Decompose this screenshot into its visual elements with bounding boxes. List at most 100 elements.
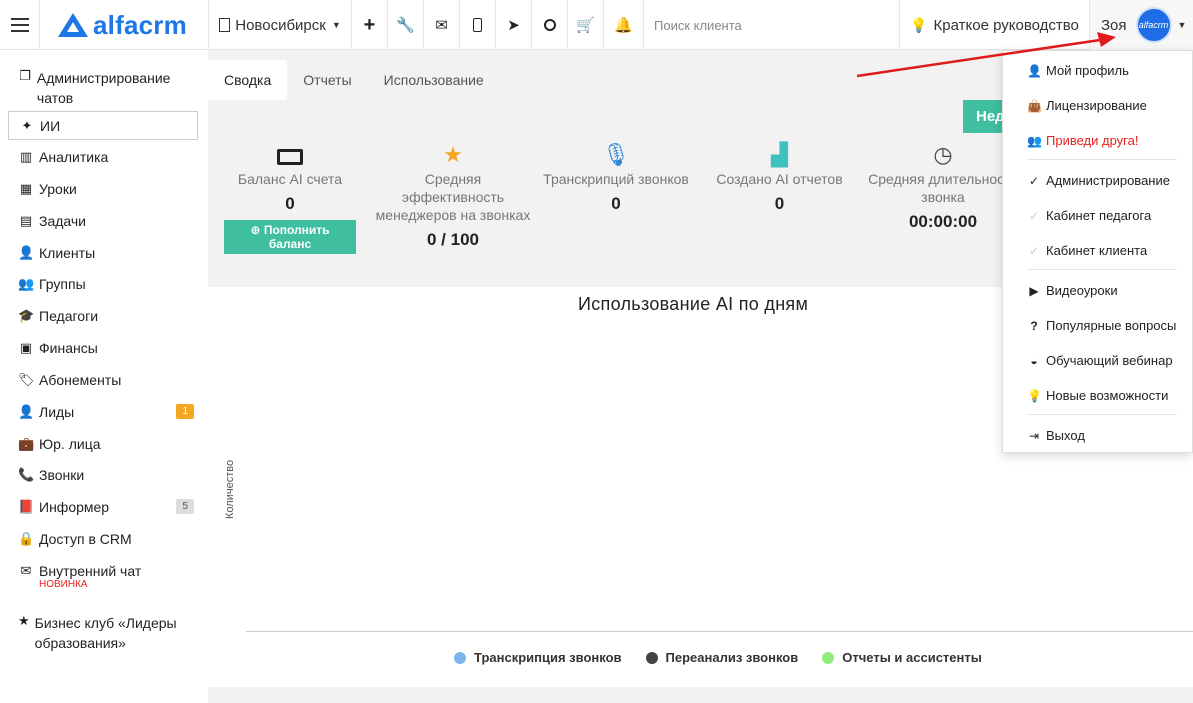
sidebar-item-label: Внутренний чат — [39, 563, 142, 579]
sidebar-item-label: ИИ — [40, 117, 61, 134]
sidebar-item-crm-access[interactable]: 🔒 Доступ в CRM — [18, 531, 132, 547]
sign-out-icon: ⇥ — [1028, 428, 1040, 443]
sidebar-item-internal-chat[interactable]: ✉ Внутренний чат НОВИНКА — [18, 563, 142, 590]
menu-item-administration[interactable]: ✓ Администрирование — [1027, 173, 1170, 188]
sidebar-item-business-club[interactable]: ★ Бизнес клуб «Лидеры образования» — [18, 613, 188, 653]
new-feature-badge: НОВИНКА — [39, 579, 88, 590]
sidebar-item-label: Уроки — [39, 181, 77, 197]
stat-avg-call-duration: ◷ Средняя длительность звонка 00:00:00 — [864, 140, 1022, 232]
add-button[interactable]: + — [352, 0, 388, 50]
mail-button[interactable]: ✉ — [424, 0, 460, 50]
users-icon: 👥 — [1027, 133, 1042, 148]
menu-item-faq[interactable]: ? Популярные вопросы — [1027, 318, 1176, 333]
menu-item-licensing[interactable]: 👜 Лицензирование — [1027, 98, 1147, 113]
legend-dot — [822, 651, 835, 664]
sidebar-item-informer[interactable]: 📕 Информер 5 — [18, 499, 194, 515]
sidebar-item-label: Информер — [39, 499, 110, 515]
clipboard-icon: ▤ — [19, 213, 33, 228]
sidebar-item-calls[interactable]: 📞 Звонки — [18, 467, 84, 483]
user-menu-toggle[interactable]: Зоя alfacrm ▼ — [1090, 0, 1193, 50]
check-icon: ✓ — [1028, 173, 1040, 188]
branch-label: Новосибирск — [235, 16, 326, 34]
leads-count-badge: 1 — [176, 404, 194, 419]
menu-divider — [1027, 414, 1177, 415]
phone-icon: 📞 — [18, 467, 35, 482]
sidebar-item-chat-admin[interactable]: ❐ Администрирование чатов — [18, 68, 188, 108]
envelope-icon: ✉ — [20, 563, 32, 578]
sidebar-item-analytics[interactable]: ▥ Аналитика — [18, 149, 108, 165]
notifications-button[interactable]: 🔔 — [604, 0, 644, 50]
tag-icon: 🏷 — [18, 372, 35, 387]
legend-item-transcription[interactable]: Транскрипция звонков — [454, 650, 622, 665]
bag-icon: 👜 — [1027, 98, 1042, 113]
chart-legend: Транскрипция звонков Переанализ звонков … — [454, 650, 1006, 665]
check-icon: ✓ — [1028, 243, 1040, 258]
menu-item-video-lessons[interactable]: ▶ Видеоуроки — [1027, 283, 1117, 298]
chart-x-axis — [246, 631, 1193, 632]
phone-button[interactable] — [460, 0, 496, 50]
menu-item-logout[interactable]: ⇥ Выход — [1027, 428, 1085, 443]
sidebar-item-ai[interactable]: ✦ ИИ — [8, 111, 198, 140]
telegram-icon: ➤ — [507, 17, 520, 34]
sidebar-item-finance[interactable]: ▣ Финансы — [18, 340, 98, 356]
chart-y-axis-label: Количество — [224, 459, 236, 519]
sidebar-item-label: Педагоги — [39, 308, 99, 324]
sidebar-item-label: Доступ в CRM — [39, 531, 132, 547]
sidebar-item-groups[interactable]: 👥 Группы — [18, 276, 86, 292]
chart-title: Использование AI по дням — [578, 294, 809, 314]
whatsapp-button[interactable] — [532, 0, 568, 50]
caret-down-icon: ▼ — [1177, 20, 1187, 30]
sidebar-item-leads[interactable]: 👤 Лиды 1 — [18, 404, 194, 420]
bell-icon: 🔔 — [614, 17, 633, 34]
tab-summary[interactable]: Сводка — [208, 60, 288, 100]
sidebar-item-label: Бизнес клуб «Лидеры образования» — [34, 615, 177, 651]
stat-value: 0 — [285, 194, 295, 213]
user-dropdown-menu: 👤 Мой профиль 👜 Лицензирование 👥 Приведи… — [1002, 50, 1193, 453]
legend-dot — [454, 651, 466, 664]
telegram-button[interactable]: ➤ — [496, 0, 532, 50]
legend-item-reanalysis[interactable]: Переанализ звонков — [645, 650, 798, 665]
top-up-balance-button[interactable]: ⊕ Пополнить баланс — [224, 220, 356, 254]
client-search-input[interactable] — [654, 17, 884, 33]
sidebar-item-label: Группы — [39, 276, 86, 292]
cart-button[interactable]: 🛒 — [568, 0, 604, 50]
menu-button[interactable] — [0, 0, 40, 50]
guide-label: Краткое руководство — [933, 16, 1079, 34]
plus-circle-icon: ⊕ — [250, 223, 264, 237]
menu-item-refer-friend[interactable]: 👥 Приведи друга! — [1027, 133, 1138, 148]
tab-usage[interactable]: Использование — [368, 60, 500, 100]
sidebar-item-tasks[interactable]: ▤ Задачи — [18, 213, 86, 229]
branch-selector[interactable]: Новосибирск ▼ — [209, 0, 352, 50]
menu-item-teacher-cabinet[interactable]: ✓ Кабинет педагога — [1027, 208, 1151, 223]
sidebar-item-teachers[interactable]: 🎓 Педагоги — [18, 308, 98, 324]
cart-icon: 🛒 — [576, 17, 595, 34]
menu-item-webinar[interactable]: ◒ Обучающий вебинар — [1027, 353, 1172, 368]
sidebar-item-label: Лиды — [39, 404, 75, 420]
sidebar-item-label: Абонементы — [39, 372, 122, 388]
legend-item-reports-assistants[interactable]: Отчеты и ассистенты — [822, 650, 982, 665]
stat-label: Средняя длительность звонка — [868, 171, 1018, 205]
logo[interactable]: alfacrm — [40, 0, 209, 50]
menu-item-client-cabinet[interactable]: ✓ Кабинет клиента — [1027, 243, 1147, 258]
play-icon: ▶ — [1029, 283, 1039, 298]
stat-label: Баланс AI счета — [237, 171, 343, 187]
sidebar-item-legal-entities[interactable]: 💼 Юр. лица — [18, 436, 101, 452]
money-bill-icon — [224, 140, 356, 170]
logo-text: alfacrm — [93, 9, 187, 40]
map-icon: ▥ — [19, 149, 33, 164]
top-bar: alfacrm Новосибирск ▼ + 🔧 ✉ ➤ 🛒 🔔 💡 Крат… — [0, 0, 1193, 50]
sidebar-item-clients[interactable]: 👤 Клиенты — [18, 245, 95, 261]
quick-guide-link[interactable]: 💡 Краткое руководство — [900, 0, 1090, 50]
menu-item-new-features[interactable]: 💡 Новые возможности — [1027, 388, 1168, 403]
sidebar: ❐ Администрирование чатов ✦ ИИ ▥ Аналити… — [0, 50, 208, 703]
user-name: Зоя — [1101, 16, 1127, 34]
tab-reports[interactable]: Отчеты — [287, 60, 367, 100]
tab-bar: Сводка Отчеты Использование — [208, 60, 500, 100]
building-icon — [219, 18, 231, 32]
menu-item-my-profile[interactable]: 👤 Мой профиль — [1027, 63, 1129, 78]
settings-button[interactable]: 🔧 — [388, 0, 424, 50]
sidebar-item-subscriptions[interactable]: 🏷 Абонементы — [18, 372, 121, 388]
sidebar-item-lessons[interactable]: ▦ Уроки — [18, 181, 77, 197]
star-icon: ★ — [18, 613, 30, 628]
logo-icon — [58, 13, 88, 37]
